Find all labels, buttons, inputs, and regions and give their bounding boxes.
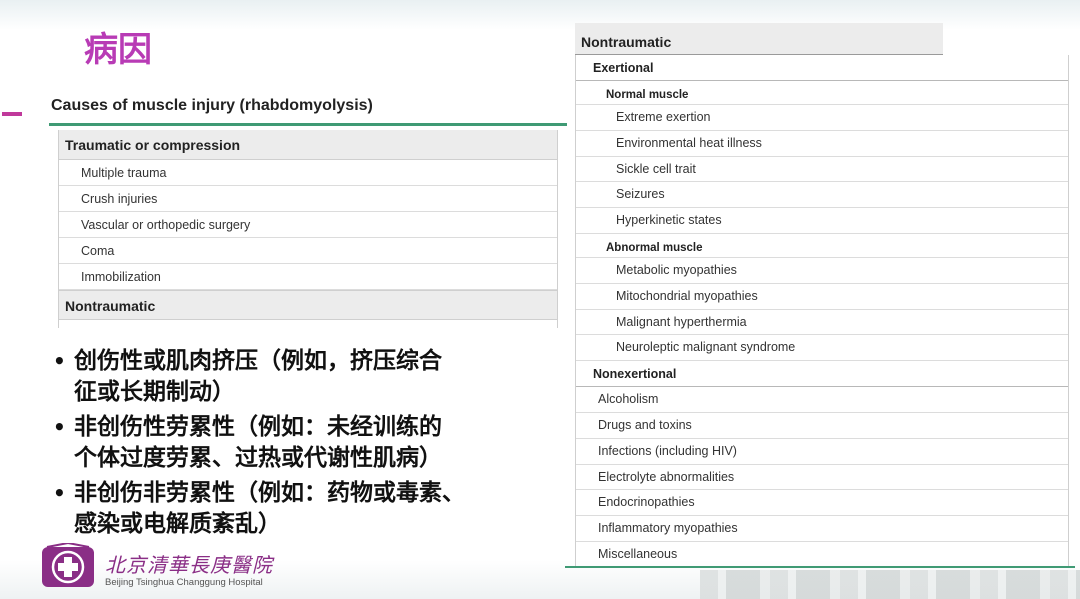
bullet-line: 非创伤性劳累性（例如：未经训练的 — [74, 414, 442, 440]
bullet-list: • 创伤性或肌肉挤压（例如，挤压综合 征或长期制动） • 非创伤性劳累性（例如：… — [50, 346, 550, 544]
table-row: Endocrinopathies — [576, 490, 1068, 517]
bullet-line: 非创伤非劳累性（例如：药物或毒素、 — [74, 480, 465, 506]
right-causes-table: Nontraumatic Exertional Normal muscle Ex… — [575, 23, 1069, 568]
bullet-dot: • — [53, 481, 66, 505]
table-row: Alcoholism — [576, 387, 1068, 413]
logo-name-en: Beijing Tsinghua Changgung Hospital — [105, 577, 263, 588]
hospital-cross-logo-icon — [42, 543, 94, 587]
caption-rule — [49, 123, 567, 126]
bullet-item: • 创伤性或肌肉挤压（例如，挤压综合 征或长期制动） — [50, 346, 550, 408]
subsection-abnormal-muscle: Abnormal muscle — [576, 234, 1068, 258]
bullet-dot: • — [53, 349, 66, 373]
bullet-item: • 非创伤非劳累性（例如：药物或毒素、 感染或电解质紊乱） — [50, 478, 550, 540]
logo-name-cn: 北京清華長庚醫院 — [105, 553, 273, 577]
accent-dash — [2, 112, 22, 116]
table-row: Drugs and toxins — [576, 413, 1068, 439]
right-table-body: Exertional Normal muscle Extreme exertio… — [575, 55, 1069, 568]
table-row: Vascular or orthopedic surgery — [59, 212, 557, 238]
hospital-logo: 北京清華長庚醫院 Beijing Tsinghua Changgung Hosp… — [41, 543, 281, 595]
bullet-dot: • — [53, 415, 66, 439]
table-row: Infections (including HIV) — [576, 439, 1068, 465]
section-nonexertional: Nonexertional — [576, 361, 1068, 388]
table-row: Inflammatory myopathies — [576, 516, 1068, 542]
table-row: Crush injuries — [59, 186, 557, 212]
table-header-nontraumatic: Nontraumatic — [59, 290, 557, 320]
corner-photo-strip — [700, 570, 1080, 599]
table-row: Multiple trauma — [59, 160, 557, 186]
section-exertional: Exertional — [576, 55, 1068, 81]
table-header-nontraumatic-right: Nontraumatic — [575, 23, 943, 55]
table-row: Environmental heat illness — [576, 131, 1068, 157]
slide-title: 病因 — [84, 30, 152, 70]
table-row: Miscellaneous — [576, 542, 1068, 568]
bullet-line: 征或长期制动） — [74, 379, 235, 405]
table-row: Seizures — [576, 182, 1068, 209]
table-row: Neuroleptic malignant syndrome — [576, 335, 1068, 362]
bullet-item: • 非创伤性劳累性（例如：未经训练的 个体过度劳累、过热或代谢性肌病） — [50, 412, 550, 474]
table-row: Malignant hyperthermia — [576, 310, 1068, 336]
table-row: Immobilization — [59, 264, 557, 290]
bullet-line: 个体过度劳累、过热或代谢性肌病） — [74, 445, 442, 471]
table-row: Hyperkinetic states — [576, 208, 1068, 234]
table-caption: Causes of muscle injury (rhabdomyolysis) — [51, 97, 373, 114]
table-row: Extreme exertion — [576, 105, 1068, 131]
right-table-rule — [565, 566, 1075, 568]
table-row: Metabolic myopathies — [576, 258, 1068, 284]
table-row: Coma — [59, 238, 557, 264]
table-row: Electrolyte abnormalities — [576, 465, 1068, 491]
table-row: Mitochondrial myopathies — [576, 284, 1068, 310]
left-causes-table: Traumatic or compression Multiple trauma… — [58, 130, 558, 328]
bullet-line: 创伤性或肌肉挤压（例如，挤压综合 — [74, 348, 442, 374]
bullet-line: 感染或电解质紊乱） — [74, 511, 281, 537]
subsection-normal-muscle: Normal muscle — [576, 81, 1068, 105]
table-row: Sickle cell trait — [576, 157, 1068, 183]
table-header-traumatic: Traumatic or compression — [59, 130, 557, 160]
